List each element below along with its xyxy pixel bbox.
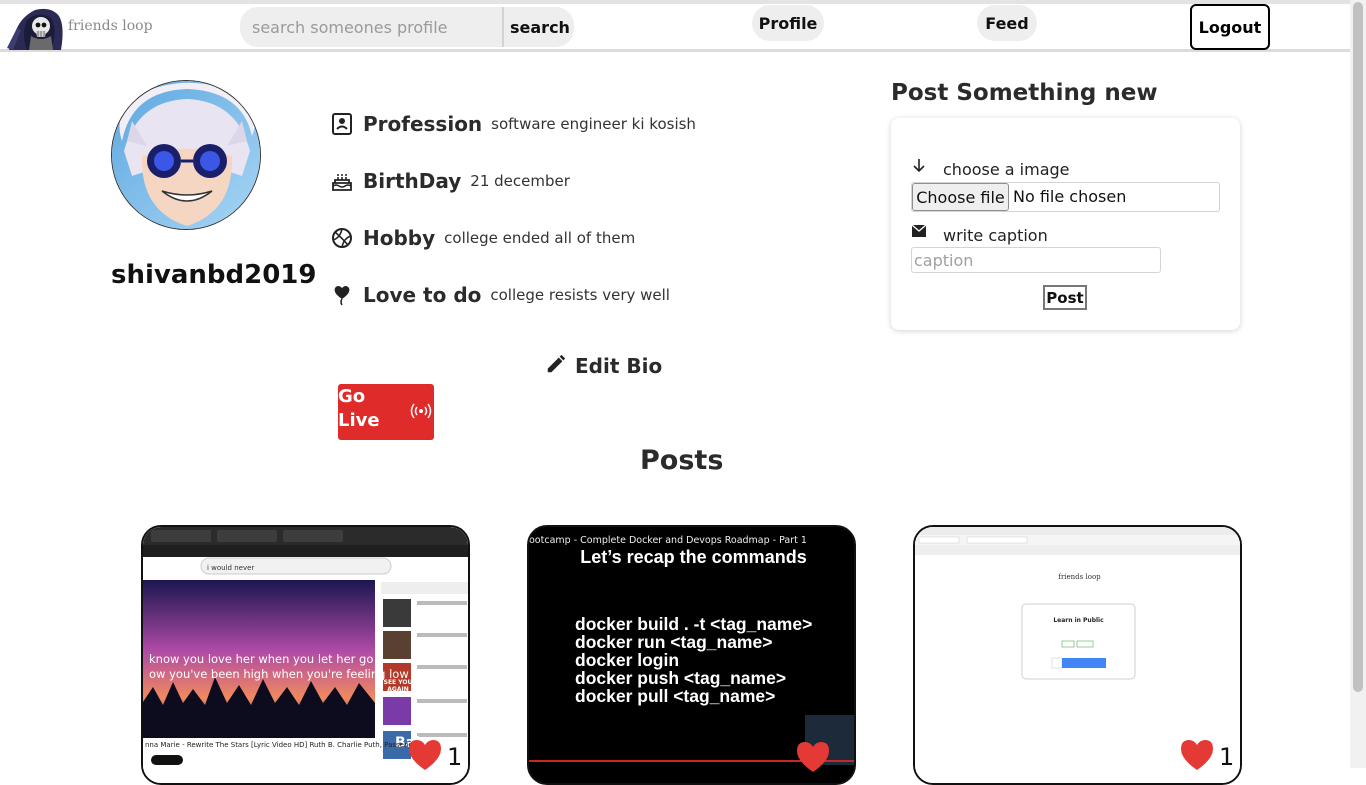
- image-label: choose a image: [943, 160, 1070, 179]
- post-card[interactable]: friends loop Learn in Public 1: [913, 525, 1242, 785]
- broadcast-icon: [410, 403, 432, 419]
- caption-input[interactable]: [911, 247, 1161, 273]
- post-form-title: Post Something new: [891, 80, 1158, 106]
- search-input[interactable]: [240, 7, 502, 47]
- heart-icon[interactable]: [407, 739, 443, 771]
- no-file-text: No file chosen: [1013, 187, 1127, 206]
- scrollbar-thumb[interactable]: [1353, 2, 1363, 692]
- post-card[interactable]: ootcamp - Complete Docker and Devops Roa…: [527, 525, 856, 785]
- bio-value: software engineer ki kosish: [491, 115, 696, 133]
- basketball-icon: [330, 226, 354, 250]
- nav-feed-link[interactable]: Feed: [977, 5, 1037, 41]
- like-count: 1: [447, 743, 463, 771]
- post-command: docker pull <tag_name>: [575, 686, 776, 706]
- post-video-title: ootcamp - Complete Docker and Devops Roa…: [529, 535, 807, 546]
- edit-bio-label: Edit Bio: [575, 354, 663, 378]
- heart-icon[interactable]: [1179, 739, 1215, 771]
- bio-row-hobby: Hobby college ended all of them: [330, 223, 635, 253]
- go-live-button[interactable]: Go Live: [338, 384, 434, 440]
- bio-label: Hobby: [363, 226, 436, 250]
- bio-row-love-to-do: Love to do college resists very well: [330, 280, 670, 310]
- caption-label: write caption: [943, 226, 1048, 245]
- bio-label: BirthDay: [363, 169, 462, 193]
- choose-file-button[interactable]: Choose file: [912, 183, 1009, 211]
- post-command: docker login: [575, 650, 680, 670]
- avatar: [111, 80, 261, 230]
- balloon-icon: [330, 283, 354, 307]
- bio-value: college resists very well: [490, 286, 670, 304]
- logo-icon[interactable]: [5, 4, 65, 50]
- id-card-icon: [330, 112, 354, 136]
- heart-icon[interactable]: [795, 741, 831, 773]
- bio-label: Profession: [363, 112, 483, 136]
- post-site-title: friends loop: [1058, 573, 1101, 581]
- bio-row-profession: Profession software engineer ki kosish: [330, 109, 696, 139]
- bio-row-birthday: BirthDay 21 december: [330, 166, 570, 196]
- pencil-icon: [545, 353, 567, 379]
- bio-label: Love to do: [363, 283, 482, 307]
- mail-icon: [912, 225, 926, 237]
- edit-bio-button[interactable]: Edit Bio: [545, 353, 662, 379]
- post-command: docker build . -t <tag_name>: [575, 614, 813, 634]
- go-live-label: Go Live: [338, 386, 380, 431]
- posts-heading: Posts: [640, 445, 724, 476]
- cake-icon: [330, 169, 354, 193]
- post-slide-title: Let’s recap the commands: [580, 547, 807, 567]
- post-card-title: Learn in Public: [1053, 617, 1104, 624]
- post-card[interactable]: i would never know you love her when you…: [141, 525, 470, 785]
- search-button[interactable]: search: [504, 7, 574, 47]
- logo-text[interactable]: friends loop: [68, 18, 153, 34]
- post-search-text: i would never: [207, 564, 255, 572]
- post-video-title: nna Marie - Rewrite The Stars [Lyric Vid…: [145, 741, 421, 749]
- post-command: docker run <tag_name>: [575, 632, 773, 652]
- post-thumb-text: SEE YOU AGAIN: [383, 679, 413, 693]
- like-count: 1: [1219, 743, 1235, 771]
- navbar: [0, 0, 1350, 52]
- post-command: docker push <tag_name>: [575, 668, 787, 688]
- bio-value: college ended all of them: [444, 229, 636, 247]
- post-lyric-line: ow you've been high when you're feeling …: [149, 667, 409, 681]
- arrow-down-icon: [913, 159, 925, 173]
- post-button[interactable]: Post: [1043, 285, 1087, 310]
- bio-value: 21 december: [470, 172, 570, 190]
- post-lyric-line: know you love her when you let her go: [149, 652, 374, 666]
- post-command-list: docker build . -t <tag_name> docker run …: [575, 615, 812, 705]
- profile-username: shivanbd2019: [111, 260, 317, 290]
- logout-button[interactable]: Logout: [1190, 4, 1270, 50]
- nav-profile-link[interactable]: Profile: [752, 5, 824, 41]
